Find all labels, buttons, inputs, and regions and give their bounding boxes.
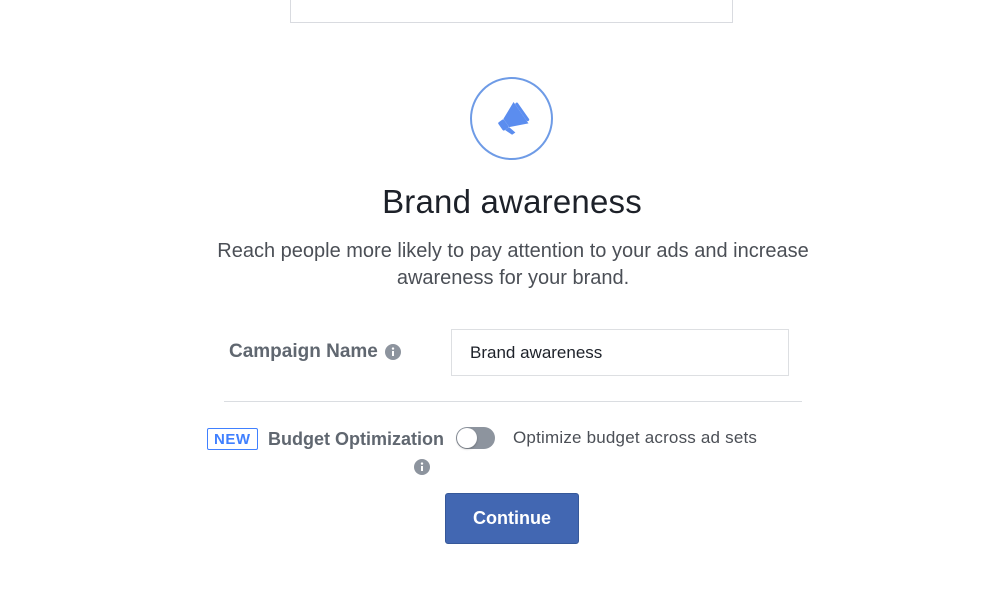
campaign-name-input[interactable] [451, 329, 789, 376]
budget-optimization-toggle[interactable] [456, 427, 495, 449]
objective-title: Brand awareness [382, 183, 642, 220]
objective-description: Reach people more likely to pay attentio… [217, 240, 809, 289]
campaign-name-label-row: Campaign Name [229, 341, 401, 363]
campaign-name-label: Campaign Name [229, 341, 378, 362]
budget-optimization-label: Budget Optimization [268, 429, 444, 449]
megaphone-icon [497, 101, 529, 135]
objective-icon-circle [470, 77, 553, 160]
continue-button[interactable]: Continue [445, 493, 579, 544]
info-icon[interactable] [384, 344, 401, 360]
campaign-objective-panel: Brand awareness Reach people more likely… [0, 0, 1000, 592]
toggle-description: Optimize budget across ad sets [513, 428, 758, 447]
new-badge: NEW [207, 428, 258, 450]
toggle-knob [457, 428, 477, 448]
divider [224, 401, 802, 402]
previous-section-box [290, 0, 733, 23]
budget-info-icon[interactable] [414, 459, 430, 475]
